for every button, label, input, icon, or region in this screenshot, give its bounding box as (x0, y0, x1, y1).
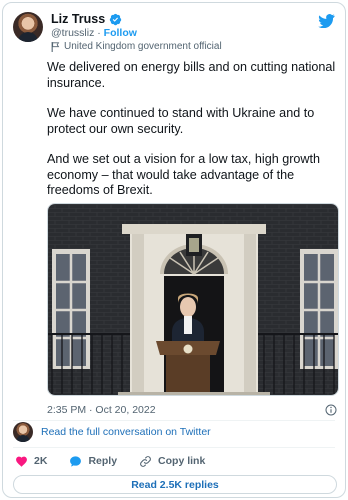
tweet-card: Liz Truss @trussliz · Follow United King… (2, 2, 346, 498)
author-avatar[interactable] (13, 12, 43, 42)
tweet-photo[interactable] (47, 203, 339, 396)
author-name[interactable]: Liz Truss (51, 12, 105, 26)
account-label: United Kingdom government official (64, 41, 222, 52)
reply-label: Reply (88, 455, 118, 467)
twitter-bird-icon[interactable] (318, 14, 335, 28)
flag-icon (51, 41, 60, 52)
follow-button[interactable]: Follow (104, 27, 137, 39)
divider (13, 447, 335, 448)
tweet-actions: 2K Reply Copy link (15, 454, 227, 468)
author-handle-row: @trussliz · Follow (51, 27, 137, 39)
author-name-row: Liz Truss (51, 12, 122, 26)
tweet-paragraph: And we set out a vision for a low tax, h… (47, 152, 321, 197)
info-icon[interactable] (325, 404, 337, 416)
government-label: United Kingdom government official (51, 41, 222, 52)
copy-link-action[interactable]: Copy link (139, 455, 205, 468)
author-handle[interactable]: @trussliz (51, 27, 94, 39)
handle-separator: · (97, 27, 101, 39)
heart-icon (16, 456, 27, 467)
tweet-paragraph: We have continued to stand with Ukraine … (47, 106, 315, 136)
tweet-timestamp[interactable]: 2:35 PM · Oct 20, 2022 (47, 404, 156, 416)
tweet-paragraph: We delivered on energy bills and on cutt… (47, 60, 336, 90)
like-count: 2K (34, 455, 48, 467)
like-action[interactable]: 2K (15, 455, 47, 468)
tweet-timestamp-row: 2:35 PM · Oct 20, 2022 (47, 404, 339, 418)
downing-street-photo (48, 204, 338, 395)
copy-link-label: Copy link (158, 455, 206, 467)
reply-bubble-icon (70, 455, 82, 467)
tweet-text: We delivered on energy bills and on cutt… (47, 60, 337, 214)
verified-badge-icon (110, 13, 122, 25)
tweet-header: Liz Truss @trussliz · Follow United King… (13, 12, 335, 54)
conversation-row[interactable]: Read the full conversation on Twitter (13, 421, 211, 443)
read-replies-button[interactable]: Read 2.5K replies (13, 475, 337, 494)
link-icon (140, 455, 151, 467)
conversation-avatar (13, 422, 33, 442)
reply-action[interactable]: Reply (69, 455, 117, 468)
full-conversation-link[interactable]: Read the full conversation on Twitter (41, 426, 211, 438)
